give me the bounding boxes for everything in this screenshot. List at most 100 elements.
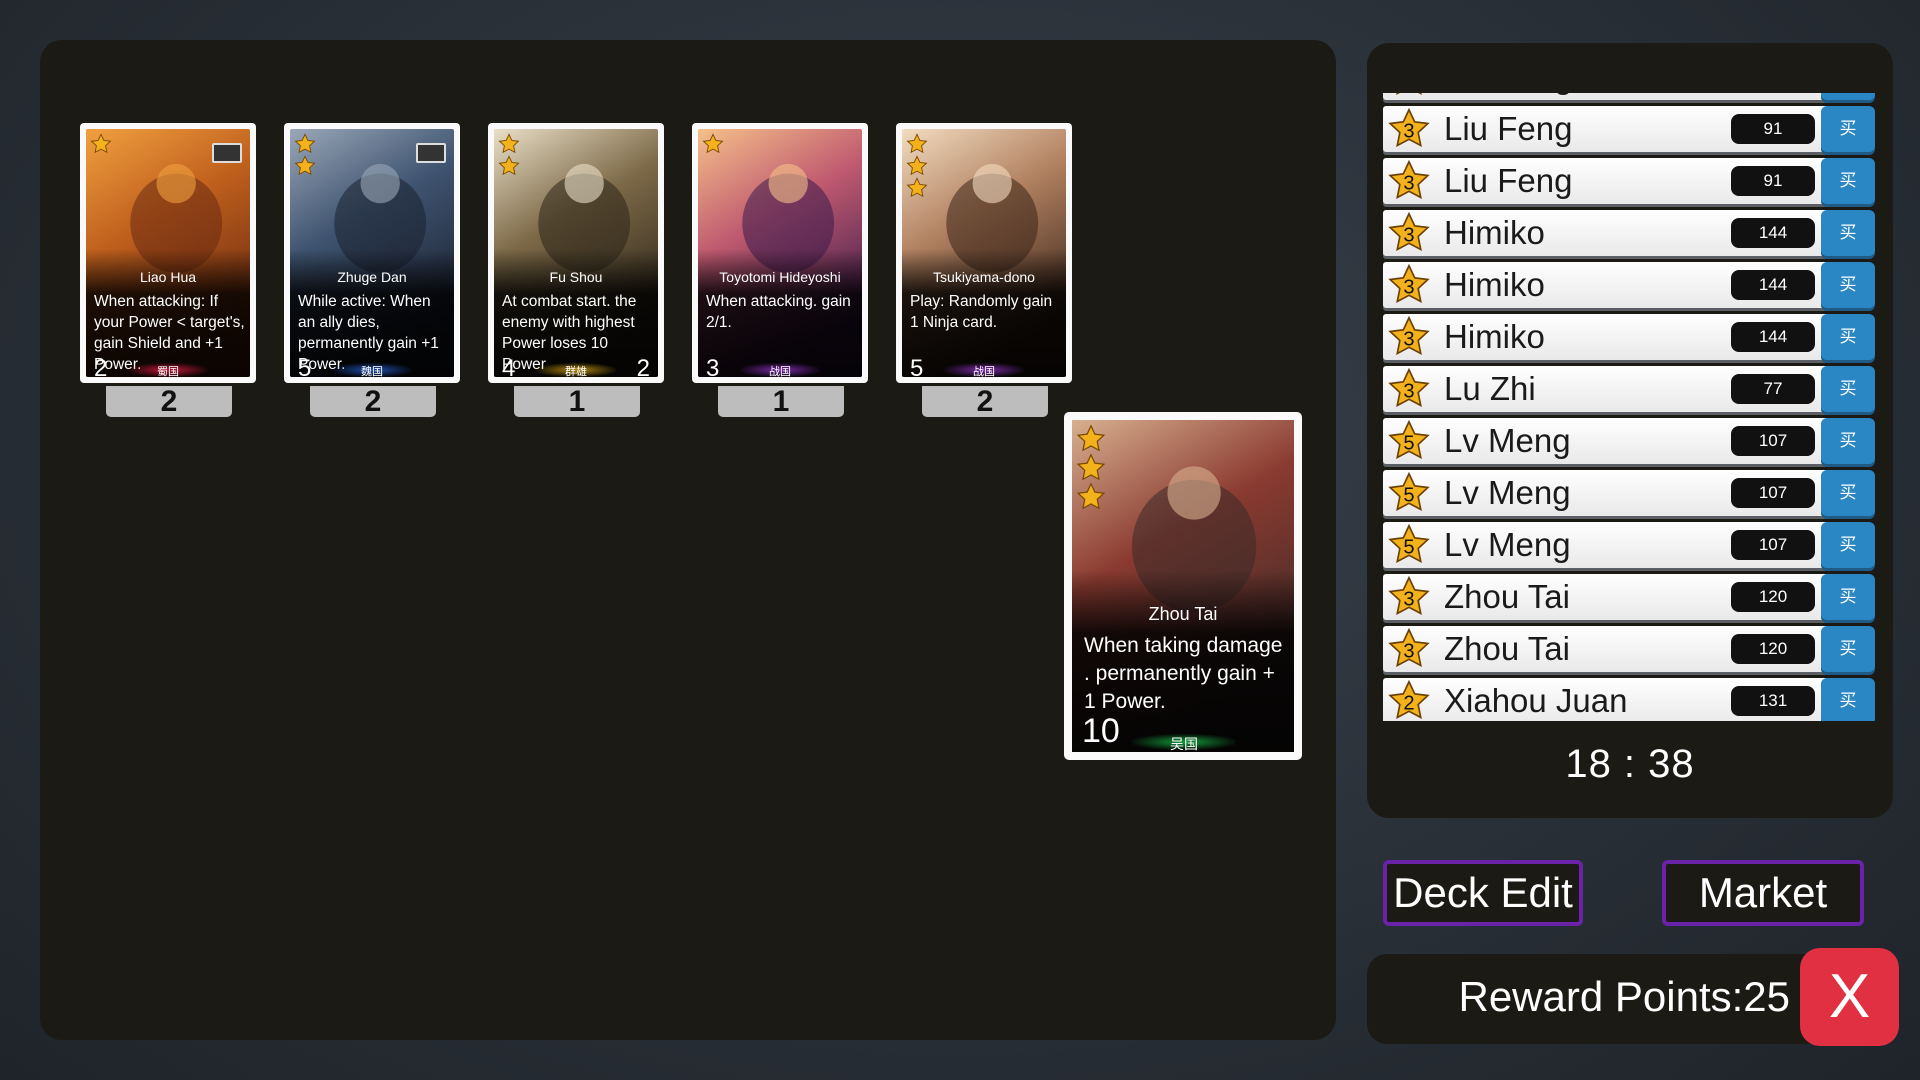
card-power: 5 — [298, 355, 312, 377]
unit-name: Xiahou Juan — [1444, 682, 1628, 719]
market-row: 5 Lv Meng 107 买 — [1383, 468, 1878, 520]
buy-button[interactable]: 买 — [1821, 366, 1875, 412]
star-level-icon: 3 — [1387, 313, 1431, 361]
card-health: 2 — [636, 355, 650, 377]
market-row: 3 Himiko 144 买 — [1383, 312, 1878, 364]
star-icon — [294, 155, 320, 177]
unit-price: 144 — [1731, 218, 1815, 248]
svg-text:3: 3 — [1403, 328, 1414, 350]
close-button[interactable]: X — [1800, 948, 1899, 1046]
buy-button[interactable]: 买 — [1821, 158, 1875, 204]
card-ability-text: When attacking. gain 2/1. — [706, 293, 851, 331]
market-row: 3Liu Feng91买 — [1383, 93, 1878, 104]
svg-text:3: 3 — [1403, 380, 1414, 402]
unit-name: Lv Meng — [1444, 474, 1571, 511]
unit-price: 107 — [1731, 478, 1815, 508]
star-icon — [1076, 453, 1110, 482]
deck-edit-button[interactable]: Deck Edit — [1383, 860, 1583, 926]
card-name: Zhou Tai — [1148, 604, 1218, 624]
market-row: 3 Zhou Tai 120 买 — [1383, 572, 1878, 624]
star-icon — [702, 133, 728, 155]
unit-name: Lu Zhi — [1444, 370, 1536, 407]
unit-price: 144 — [1731, 322, 1815, 352]
featured-card[interactable]: Zhou Tai When taking damage . permanentl… — [1064, 412, 1302, 760]
reward-points: Reward Points:25 — [1458, 973, 1790, 1020]
card-faction: 战国 — [740, 363, 820, 377]
unit-price: 120 — [1731, 582, 1815, 612]
card-art: Tsukiyama-dono Play: Randomly gain 1 Ninj… — [902, 129, 1066, 377]
buy-button[interactable]: 买 — [1821, 418, 1875, 464]
card-name: Zhuge Dan — [337, 269, 407, 285]
unit-price: 131 — [1731, 686, 1815, 716]
svg-text:2: 2 — [1403, 692, 1414, 714]
hand-card[interactable]: Toyotomi Hideyoshi When attacking. gain 2… — [692, 123, 868, 383]
buy-button[interactable]: 买 — [1821, 106, 1875, 152]
hand-card[interactable]: Zhuge Dan While active: When an ally dies… — [284, 123, 460, 383]
buy-button[interactable]: 买 — [1821, 470, 1875, 516]
market-row: 5 Lv Meng 107 买 — [1383, 520, 1878, 572]
market-row: 3 Himiko 144 买 — [1383, 208, 1878, 260]
svg-text:3: 3 — [1403, 588, 1414, 610]
svg-text:3: 3 — [1403, 172, 1414, 194]
buy-button[interactable]: 买 — [1821, 678, 1875, 721]
star-level-icon: 3 — [1387, 625, 1431, 673]
buy-button[interactable]: 买 — [1821, 626, 1875, 672]
star-rating — [702, 133, 728, 155]
market-button[interactable]: Market — [1662, 860, 1864, 926]
market-row: 3 Himiko 144 买 — [1383, 260, 1878, 312]
buy-button[interactable]: 买 — [1821, 314, 1875, 360]
card-name: Toyotomi Hideyoshi — [719, 269, 841, 285]
buy-button[interactable]: 买 — [1821, 93, 1875, 100]
star-icon — [498, 155, 524, 177]
market-row: 5 Lv Meng 107 买 — [1383, 416, 1878, 468]
card-type-icon — [416, 143, 446, 163]
market-row: 3 Lu Zhi 77 买 — [1383, 364, 1878, 416]
card-name: Fu Shou — [549, 269, 603, 285]
hand-card[interactable]: Tsukiyama-dono Play: Randomly gain 1 Ninj… — [896, 123, 1072, 383]
svg-text:5: 5 — [1403, 484, 1414, 506]
card-art: Zhuge Dan While active: When an ally dies… — [290, 129, 454, 377]
buy-button[interactable]: 买 — [1821, 522, 1875, 568]
star-rating — [294, 133, 320, 177]
unit-price: 91 — [1731, 114, 1815, 144]
star-level-icon: 3 — [1387, 157, 1431, 205]
svg-text:3: 3 — [1403, 224, 1414, 246]
unit-name: Zhou Tai — [1444, 578, 1570, 615]
card-count-tag: 1 — [514, 386, 640, 417]
card-faction: 群雄 — [536, 363, 616, 377]
hand-card[interactable]: Liao Hua When attacking: If your Power < … — [80, 123, 256, 383]
card-power: 4 — [502, 355, 516, 377]
star-level-icon: 3 — [1387, 209, 1431, 257]
card-power: 3 — [706, 355, 720, 377]
card-faction: 蜀国 — [128, 363, 208, 377]
star-rating — [90, 133, 116, 155]
card-art: Toyotomi Hideyoshi When attacking. gain 2… — [698, 129, 862, 377]
star-level-icon: 3 — [1387, 105, 1431, 153]
unit-name: Liu Feng — [1444, 110, 1573, 147]
star-level-icon: 5 — [1387, 469, 1431, 517]
star-rating — [906, 133, 932, 199]
buy-button[interactable]: 买 — [1821, 574, 1875, 620]
card-count-tag: 1 — [718, 386, 844, 417]
card-faction: 吴国 — [1132, 734, 1236, 752]
market-row: 3 Zhou Tai 120 买 — [1383, 624, 1878, 676]
star-level-icon: 3 — [1387, 365, 1431, 413]
svg-text:3: 3 — [1403, 276, 1414, 298]
market-list[interactable]: 3Liu Feng91买3Liu Feng91买3Liu Feng91买3Him… — [1383, 93, 1878, 721]
unit-name: Himiko — [1444, 266, 1545, 303]
svg-text:3: 3 — [1403, 120, 1414, 142]
star-level-icon: 2 — [1387, 677, 1431, 721]
card-faction: 战国 — [944, 363, 1024, 377]
buy-button[interactable]: 买 — [1821, 262, 1875, 308]
star-icon — [906, 177, 932, 199]
buy-button[interactable]: 买 — [1821, 210, 1875, 256]
hand-card[interactable]: Fu Shou At combat start. the enemy with h… — [488, 123, 664, 383]
unit-name: Liu Feng — [1444, 93, 1572, 100]
unit-price: 91 — [1731, 166, 1815, 196]
star-level-icon: 5 — [1387, 417, 1431, 465]
card-count-tag: 2 — [922, 386, 1048, 417]
card-power: 2 — [94, 355, 108, 377]
star-level-icon: 5 — [1387, 521, 1431, 569]
unit-name: Himiko — [1444, 318, 1545, 355]
svg-text:5: 5 — [1403, 536, 1414, 558]
